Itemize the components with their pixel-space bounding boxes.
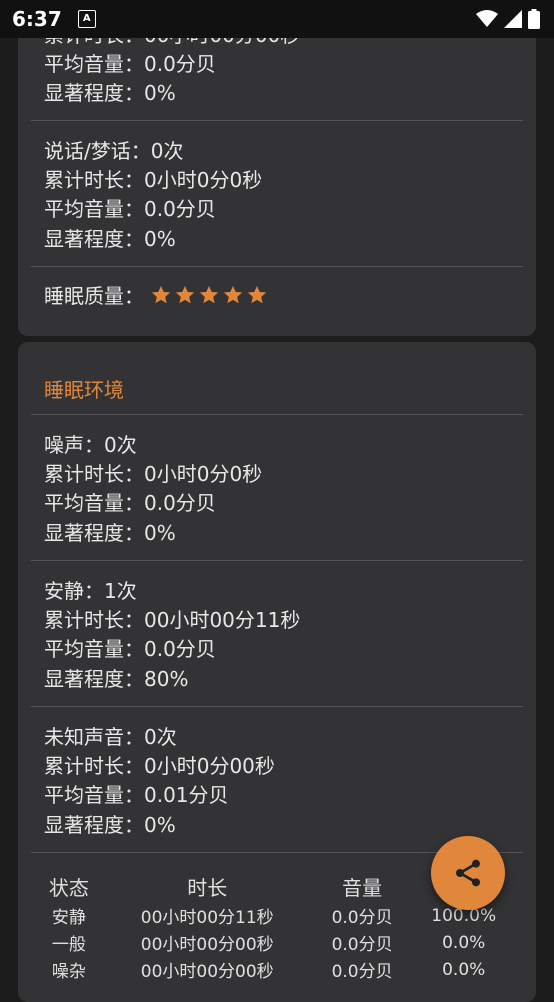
table-cell: 0.0分贝 bbox=[331, 935, 393, 955]
divider bbox=[31, 266, 523, 267]
noise-avg-volume: 平均音量：0.0分贝 bbox=[44, 491, 216, 515]
noise-duration: 累计时长：0小时0分0秒 bbox=[44, 462, 263, 486]
col-header-duration: 时长 bbox=[187, 875, 228, 900]
table-cell: 一般 bbox=[51, 935, 86, 955]
quiet-count: 安静：1次 bbox=[44, 579, 137, 603]
table-cell: 00小时00分00秒 bbox=[140, 935, 274, 955]
sleep-talk-partial-avg-volume: 平均音量：0.0分贝 bbox=[44, 52, 216, 76]
sleep-quality-label: 睡眠质量： bbox=[44, 284, 144, 308]
share-icon bbox=[456, 859, 480, 887]
table-cell: 0.0分贝 bbox=[331, 962, 393, 982]
battery-icon bbox=[528, 9, 540, 29]
col-header-state: 状态 bbox=[48, 875, 89, 900]
unknown-sound-avg-volume: 平均音量：0.01分贝 bbox=[44, 783, 229, 807]
divider bbox=[31, 120, 523, 121]
sleep-quality-row: 睡眠质量： bbox=[44, 282, 270, 314]
divider bbox=[31, 706, 523, 707]
sleep-talk-duration: 累计时长：0小时0分0秒 bbox=[44, 168, 263, 192]
col-header-volume: 音量 bbox=[342, 875, 383, 900]
table-cell: 安静 bbox=[51, 908, 86, 928]
sleep-quality-stars bbox=[150, 284, 270, 314]
star-icon bbox=[223, 285, 243, 304]
table-cell: 00小时00分00秒 bbox=[140, 962, 274, 982]
wifi-icon bbox=[476, 10, 498, 27]
quiet-prominence: 显著程度：80% bbox=[44, 667, 189, 691]
sleep-talk-avg-volume: 平均音量：0.0分贝 bbox=[44, 197, 216, 221]
table-cell: 00小时00分11秒 bbox=[140, 908, 274, 928]
noise-prominence: 显著程度：0% bbox=[44, 521, 176, 545]
share-button[interactable] bbox=[431, 836, 505, 910]
section-title: 睡眠环境 bbox=[44, 378, 124, 402]
table-cell: 噪杂 bbox=[51, 962, 86, 982]
table-row: 安静 00小时00分11秒 0.0分贝 100.0% bbox=[36, 902, 516, 929]
divider bbox=[31, 560, 523, 561]
sleep-talk-count: 说话/梦话：0次 bbox=[44, 139, 184, 163]
sleep-talk-partial-prominence: 显著程度：0% bbox=[44, 81, 176, 105]
quiet-duration: 累计时长：00小时00分11秒 bbox=[44, 608, 301, 632]
table-row: 一般 00小时00分00秒 0.0分贝 0.0% bbox=[36, 929, 516, 956]
divider bbox=[31, 414, 523, 415]
table-cell: 0.0% bbox=[442, 932, 486, 953]
sleep-talk-prominence: 显著程度：0% bbox=[44, 227, 176, 251]
quiet-avg-volume: 平均音量：0.0分贝 bbox=[44, 637, 216, 661]
table-cell: 0.0% bbox=[442, 959, 486, 980]
star-icon bbox=[151, 285, 171, 304]
sleep-events-card: 累计时长：00小时00分00秒 平均音量：0.0分贝 显著程度：0% 说话/梦话… bbox=[18, 0, 536, 336]
star-icon bbox=[199, 285, 219, 304]
noise-count: 噪声：0次 bbox=[44, 433, 137, 457]
star-icon bbox=[175, 285, 195, 304]
status-bar: 6:37 A bbox=[0, 0, 554, 38]
star-icon bbox=[247, 285, 267, 304]
cell-signal-icon bbox=[504, 10, 522, 28]
unknown-sound-prominence: 显著程度：0% bbox=[44, 813, 176, 837]
unknown-sound-count: 未知声音：0次 bbox=[44, 725, 177, 749]
unknown-sound-duration: 累计时长：0小时0分00秒 bbox=[44, 754, 275, 778]
table-row: 噪杂 00小时00分00秒 0.0分贝 0.0% bbox=[36, 956, 516, 983]
table-cell: 0.0分贝 bbox=[331, 908, 393, 928]
status-time: 6:37 bbox=[12, 7, 62, 31]
notification-icon: A bbox=[77, 10, 96, 28]
